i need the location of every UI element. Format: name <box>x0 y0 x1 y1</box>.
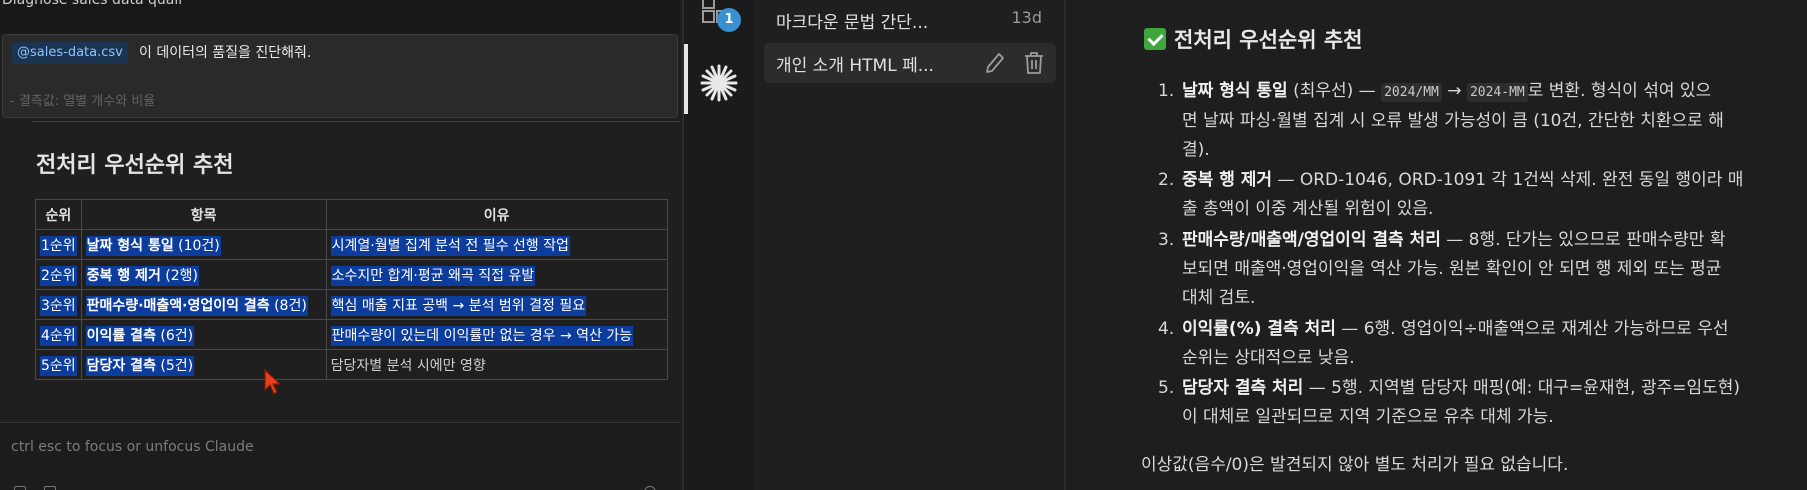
conversation-title-bar: Diagnose sales data quali <box>0 0 680 34</box>
item-cell: 이익률 결측 (6건) <box>80 319 327 350</box>
table-header-row: 순위 항목 이유 <box>35 199 668 230</box>
table-row: 4순위 이익률 결측 (6건) 판매수량이 있는데 이익률만 없는 경우 → 역… <box>35 319 668 350</box>
list-number: 4. <box>1158 319 1175 339</box>
history-item[interactable]: 마크다운 문법 간단... 13d <box>764 0 1056 40</box>
list-item-title: 날짜 형식 통일 <box>1182 81 1288 101</box>
item-cell: 담당자 결측 (5건) <box>80 349 327 380</box>
focus-hint-text: ctrl esc to focus or unfocus Claude <box>11 439 254 455</box>
check-mark-icon <box>1144 28 1166 50</box>
list-item-title: 담당자 결측 처리 <box>1182 378 1304 398</box>
conversation-title: Diagnose sales data quali <box>2 0 183 8</box>
priority-table: 순위 항목 이유 1순위 날짜 형식 통일 (10건) 시계열·월별 집계 분석… <box>35 199 668 380</box>
reason-cell: 핵심 매출 지표 공백 → 분석 범위 결정 필요 <box>325 289 668 320</box>
active-indicator <box>684 44 688 114</box>
rank-cell: 4순위 <box>35 319 82 350</box>
column-header-reason: 이유 <box>325 199 668 230</box>
reason-cell: 담당자별 분석 시에만 영향 <box>325 349 668 380</box>
doc-heading-text: 전처리 우선순위 추천 <box>1174 28 1363 52</box>
mouse-cursor-icon <box>264 368 282 395</box>
doc-heading: 전처리 우선순위 추천 <box>1144 24 1363 54</box>
list-item: 3. 판매수량/매출액/영업이익 결측 처리 — 8행. 단가는 있으므로 판매수… <box>1158 226 1807 313</box>
item-cell: 판매수량·매출액·영업이익 결측 (8건) <box>80 289 327 320</box>
markdown-preview: 전처리 우선순위 추천 1. 날짜 형식 통일 (최우선) — 2024/MM →… <box>1066 0 1807 490</box>
table-row: 5순위 담당자 결측 (5건) 담당자별 분석 시에만 영향 <box>35 349 668 380</box>
list-number: 5. <box>1158 378 1175 398</box>
table-row: 1순위 날짜 형식 통일 (10건) 시계열·월별 집계 분석 전 필수 선행 … <box>35 229 668 260</box>
list-number: 3. <box>1158 230 1175 250</box>
table-row: 2순위 중복 행 제거 (2행) 소수지만 합계·평균 왜곡 직접 유발 <box>35 259 668 290</box>
list-item: 4. 이익률(%) 결측 처리 — 6행. 영업이익÷매출액으로 재계산 가능하므… <box>1158 315 1807 373</box>
chat-input-area[interactable]: ctrl esc to focus or unfocus Claude <box>0 422 680 490</box>
rank-cell: 5순위 <box>35 349 82 380</box>
column-header-item: 항목 <box>80 199 327 230</box>
column-header-rank: 순위 <box>35 199 82 230</box>
list-item: 2. 중복 행 제거 — ORD-1046, ORD-1091 각 1건씩 삭제.… <box>1158 166 1807 224</box>
list-item: 5. 담당자 결측 처리 — 5행. 지역별 담당자 매핑(예: 대구=윤재현, … <box>1158 374 1807 432</box>
item-cell: 중복 행 제거 (2행) <box>80 259 327 290</box>
trash-icon[interactable] <box>1022 50 1046 76</box>
user-message-text: 이 데이터의 품질을 진단해줘. <box>139 45 312 61</box>
user-message-faded-line: - 결측값: 열별 개수와 비율 <box>10 94 156 109</box>
history-item-hovered[interactable]: 개인 소개 HTML 페... <box>764 43 1056 83</box>
list-number: 2. <box>1158 170 1175 190</box>
reason-cell: 판매수량이 있는데 이익률만 없는 경우 → 역산 가능 <box>325 319 668 350</box>
reason-cell: 소수지만 합계·평균 왜곡 직접 유발 <box>325 259 668 290</box>
context-icon[interactable] <box>44 486 56 490</box>
inline-code: 2024/MM <box>1381 83 1442 102</box>
item-cell: 날짜 형식 통일 (10건) <box>80 229 327 260</box>
history-item-title: 마크다운 문법 간단... <box>776 13 929 33</box>
inline-code: 2024-MM <box>1466 83 1528 102</box>
list-item-title: 중복 행 제거 <box>1182 170 1273 190</box>
history-item-title: 개인 소개 HTML 페... <box>776 56 934 76</box>
pencil-icon[interactable] <box>984 51 1006 75</box>
outlier-note: 이상값(음수/0)은 발견되지 않아 별도 처리가 필요 없습니다. <box>1141 455 1569 475</box>
claude-chat-panel: Diagnose sales data quali @sales-data.cs… <box>0 0 680 490</box>
user-message-box[interactable]: @sales-data.csv 이 데이터의 품질을 진단해줘. - 결측값: … <box>2 34 678 118</box>
response-heading: 전처리 우선순위 추천 <box>36 153 234 178</box>
rank-cell: 2순위 <box>35 259 82 290</box>
rank-cell: 1순위 <box>35 229 82 260</box>
list-item: 1. 날짜 형식 통일 (최우선) — 2024/MM → 2024-MM 로 변환… <box>1158 77 1807 165</box>
conversation-history-list: 마크다운 문법 간단... 13d 개인 소개 HTML 페... <box>754 0 1064 490</box>
send-icon[interactable] <box>644 486 656 490</box>
list-number: 1. <box>1158 81 1175 101</box>
table-row: 3순위 판매수량·매출액·영업이익 결측 (8건) 핵심 매출 지표 공백 → … <box>35 289 668 320</box>
attach-icon[interactable] <box>14 486 26 490</box>
claude-icon[interactable] <box>696 60 742 106</box>
file-mention-chip[interactable]: @sales-data.csv <box>12 42 128 64</box>
notification-badge: 1 <box>717 8 741 32</box>
reason-cell: 시계열·월별 집계 분석 전 필수 선행 작업 <box>325 229 668 260</box>
history-item-age: 13d <box>1011 8 1042 27</box>
divider <box>32 121 680 122</box>
rank-cell: 3순위 <box>35 289 82 320</box>
list-item-title: 이익률(%) 결측 처리 <box>1182 319 1336 339</box>
list-item-title: 판매수량/매출액/영업이익 결측 처리 <box>1182 230 1441 250</box>
